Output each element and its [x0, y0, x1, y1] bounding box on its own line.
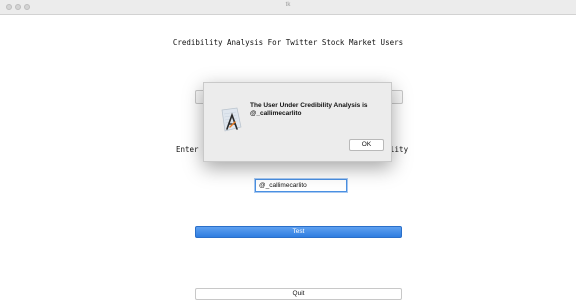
alert-dialog: The User Under Credibility Analysis is @…: [203, 82, 392, 162]
app-icon: [218, 107, 244, 133]
dialog-message-line1: The User Under Credibility Analysis is: [250, 102, 368, 109]
dialog-message-line2: @_callimecarlito: [250, 110, 302, 117]
window-titlebar: tk: [0, 0, 576, 15]
dialog-message: The User Under Credibility Analysis is @…: [250, 102, 386, 118]
ok-button[interactable]: OK: [349, 139, 384, 151]
window-title: tk: [285, 2, 291, 8]
quit-button[interactable]: Quit: [195, 288, 402, 300]
enter-prompt-label: Enter: [176, 145, 199, 154]
username-input[interactable]: @_callimecarlito: [255, 179, 347, 192]
test-button[interactable]: Test: [195, 226, 402, 238]
page-title: Credibility Analysis For Twitter Stock M…: [172, 38, 404, 47]
